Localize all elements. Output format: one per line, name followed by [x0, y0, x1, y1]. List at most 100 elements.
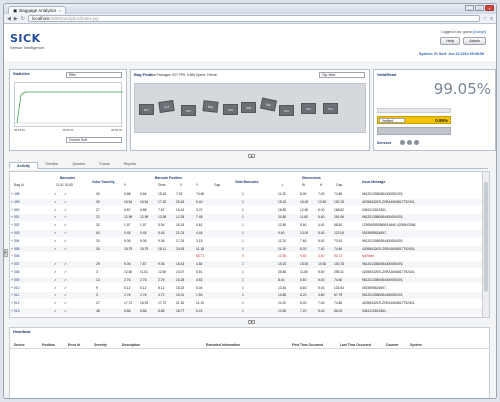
table-row[interactable]: 509 ✓ ✓ 13 2.76 2.76 2.76 15.28 4.53 1 8.40 6.60 6.4… [10, 276, 489, 284]
bag-item[interactable]: 516 [181, 105, 196, 116]
table-row[interactable]: 508 ✓ ✓ 3 12.60 11.81 12.60 13.07 5.51 1 25.80 11.8… [10, 269, 489, 276]
expand-row-icon[interactable]: + [11, 301, 13, 305]
tab-charts[interactable]: Charts [92, 161, 117, 168]
table-row[interactable]: 498 ✓ ✓ 30 8.88 6.84 15.18 7.92 74.60 1 11.20 8.00 7… [10, 191, 489, 198]
collapse-panels-toggle[interactable]: ▲ [248, 154, 255, 158]
star-icon[interactable]: ☆ [483, 16, 487, 22]
verified-select[interactable]: Verified [379, 117, 405, 123]
bag-item[interactable]: 511 [279, 105, 294, 116]
table-row[interactable]: 506 50.71 0 12.80 9.60 4.40 93.72 NoRead + [10, 253, 489, 260]
statistics-select[interactable]: Rifts [66, 72, 122, 78]
collapse-table-toggle[interactable]: ▼ [248, 320, 255, 324]
hb-col-last-time[interactable]: Last Time Occurred [340, 343, 371, 347]
reload-icon[interactable]: ↻ [21, 16, 25, 22]
col-bag-id[interactable]: Bag Id [14, 183, 24, 187]
tab-activity[interactable]: Activity [9, 162, 38, 169]
col-l[interactable]: L [282, 183, 284, 187]
bag-item[interactable]: 512 [301, 103, 316, 114]
table-row[interactable]: 512 ✓ ✓ 27 17.72 16.93 17.72 21.30 11.10 1 11.20 8.… [10, 300, 489, 307]
expand-row-icon[interactable]: + [11, 254, 13, 258]
forward-icon[interactable]: ▶ [14, 16, 18, 22]
table-row[interactable]: 503 ✓ ✓ 63 9.45 9.45 9.45 21.03 4.45 1 9.60 13.00 5.… [10, 230, 489, 237]
tab-queries[interactable]: Queries [65, 161, 92, 168]
bag-item[interactable]: 510 [223, 104, 238, 115]
table-row[interactable]: 500 ✓ ✓ 27 6.87 6.88 7.87 15.24 3.07 1 16.80 12.60 5… [10, 207, 489, 214]
col-v[interactable]: V [124, 183, 126, 187]
expand-row-icon[interactable]: + [11, 200, 13, 204]
expand-row-icon[interactable]: + [11, 286, 13, 290]
col-guid[interactable]: CL51 GUID [56, 183, 73, 187]
col-y[interactable]: Y [196, 183, 198, 187]
hb-col-description[interactable]: Description [122, 343, 140, 347]
change-user-link[interactable]: [change] [473, 30, 486, 34]
hb-col-extended-info[interactable]: Extended Information [206, 343, 240, 347]
bag-item[interactable]: 517 [139, 104, 154, 115]
scroll-thumb[interactable] [484, 182, 488, 292]
hb-col-first-time[interactable]: First Time Occurred [292, 343, 323, 347]
browser-tab[interactable]: ▣ Baggage Analytics × [8, 6, 66, 14]
expand-row-icon[interactable]: + [11, 262, 13, 266]
help-button[interactable]: Help [440, 37, 461, 45]
sensor-dot[interactable] [400, 140, 405, 145]
view-select[interactable]: Top View [319, 72, 365, 78]
hb-col-position[interactable]: Position [42, 343, 55, 347]
expand-row-icon[interactable]: + [11, 309, 13, 313]
table-cell: 11.18 [196, 246, 205, 251]
admin-button[interactable]: Admin [463, 37, 486, 45]
close-window-icon[interactable]: × [485, 5, 494, 11]
side-expand-handle[interactable]: ▸ [4, 249, 8, 257]
table-row[interactable]: 501 ✓ ✓ 22 12.99 12.99 13.38 12.28 7.48 1 20.80 11.… [10, 214, 489, 221]
expand-row-icon[interactable]: + [11, 223, 13, 227]
table-row[interactable]: 511 ✓ ✓ 3 2.76 2.76 4.72 15.31 1.50 1 10.80 6.20 3.6… [10, 292, 489, 299]
expand-row-icon[interactable]: + [11, 231, 13, 235]
col-dim-gap[interactable]: Gap [336, 183, 342, 187]
expand-row-icon[interactable]: + [11, 215, 13, 219]
bag-item[interactable]: 505 [202, 100, 219, 113]
expand-row-icon[interactable]: + [11, 270, 13, 274]
hb-col-error-id[interactable]: Error Id [68, 343, 80, 347]
table-row[interactable]: 507 ✓ ✓ 29 9.06 7.87 9.06 15.43 4.84 1 15.20 15.00 1… [10, 261, 489, 268]
bag-item[interactable]: 513 [158, 100, 175, 113]
minimize-icon[interactable]: – [465, 5, 474, 11]
bag-item[interactable]: 508 [241, 102, 256, 113]
table-scrollbar[interactable] [482, 172, 489, 317]
table-row[interactable]: 510 ✓ ✓ 9 5.12 5.12 5.12 18.23 5.04 1 13.40 8.60 5.4… [10, 285, 489, 292]
col-dims[interactable]: Dims [158, 183, 166, 187]
expand-row-icon[interactable]: + [11, 247, 13, 251]
table-row[interactable]: 504 ✓ ✓ 30 9.06 9.06 9.06 17.24 3.15 1 11.20 7.60 5.… [10, 238, 489, 245]
col-h[interactable]: H [320, 183, 322, 187]
table-cell: 5.12 [140, 285, 147, 290]
maximize-icon[interactable]: □ [475, 5, 484, 11]
hb-col-counter[interactable]: Counter [386, 343, 399, 347]
table-cell: ✓ [54, 223, 57, 228]
col-x[interactable]: X [180, 183, 182, 187]
expand-row-icon[interactable]: + [11, 208, 13, 212]
tab-reports[interactable]: Reports [117, 161, 144, 168]
table-cell: 2.76 [140, 293, 147, 298]
tab-timeline[interactable]: Timeline [38, 161, 65, 168]
sensor-dot[interactable] [407, 140, 412, 145]
url-field[interactable]: localhost:5080/analytics/index.jsp [27, 15, 480, 22]
hb-col-severity[interactable]: Severity [94, 343, 107, 347]
bag-item[interactable]: 503 [260, 97, 277, 112]
bag-item[interactable]: 514 [323, 103, 338, 114]
range-select[interactable]: Current Sort [66, 137, 122, 143]
hb-col-system[interactable]: System [410, 343, 422, 347]
expand-row-icon[interactable]: + [11, 278, 13, 282]
menu-icon[interactable]: ≡ [490, 16, 493, 22]
cell-bag-id: 512 [14, 301, 20, 306]
table-row[interactable]: 499 ✓ ✓ 30 16.54 16.54 17.32 25.43 9.40 1 15.20 15.… [10, 198, 489, 206]
hb-col-device[interactable]: Device [14, 343, 25, 347]
expand-row-icon[interactable]: + [11, 192, 13, 196]
expand-row-icon[interactable]: + [11, 293, 13, 297]
expand-row-icon[interactable]: + [11, 239, 13, 243]
col-gap[interactable]: Gap [214, 183, 220, 187]
table-row[interactable]: 505 ✓ ✓ 30 15.75 15.75 18.11 24.53 11.18 1 11.20 8.… [10, 245, 489, 253]
table-row[interactable]: 502 ✓ ✓ 32 1.97 1.97 5.94 18.18 4.61 1 12.80 8.60 4.… [10, 222, 489, 229]
table-cell: 4.53 [196, 277, 203, 282]
close-tab-icon[interactable]: × [59, 8, 61, 13]
col-w[interactable]: W [302, 183, 305, 187]
table-row[interactable]: 513 ✓ ✓ 48 8.86 8.86 8.86 18.77 5.24 1 12.80 7.20 5.… [10, 308, 489, 315]
back-icon[interactable]: ◀ [7, 16, 11, 22]
sensor-dot[interactable] [414, 140, 419, 145]
